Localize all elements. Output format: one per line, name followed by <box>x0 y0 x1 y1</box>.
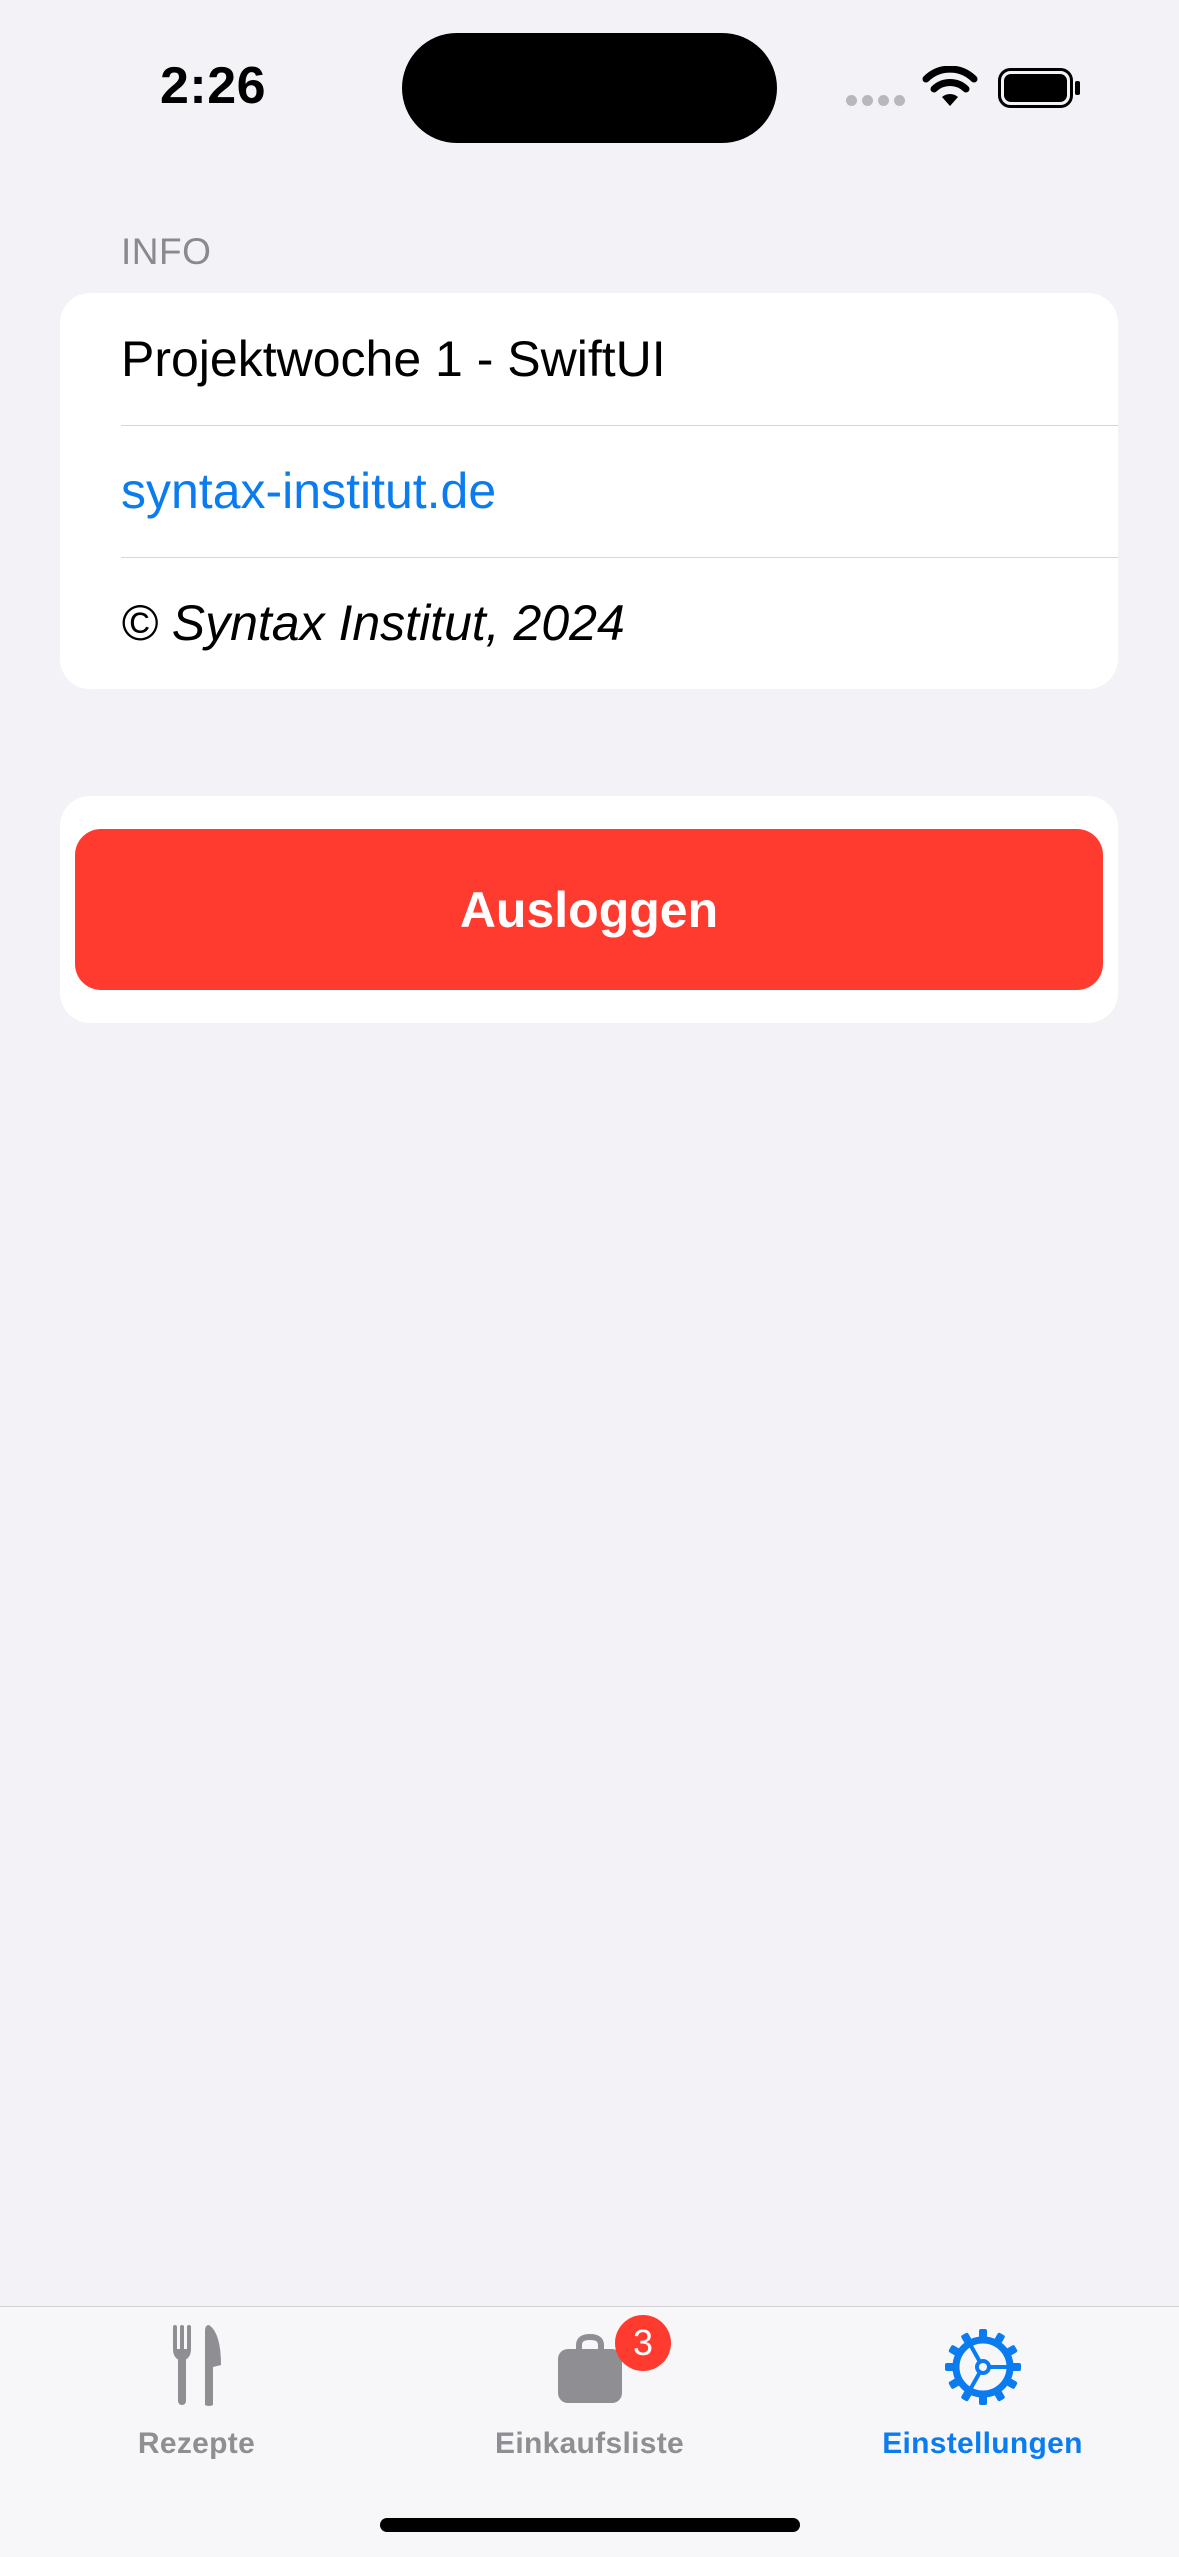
tab-label-einstellungen: Einstellungen <box>882 2427 1083 2460</box>
copyright-text: © Syntax Institut, 2024 <box>121 595 625 651</box>
logout-card: Ausloggen <box>60 796 1118 1023</box>
status-time: 2:26 <box>160 57 267 115</box>
info-card: Projektwoche 1 - SwiftUI syntax-institut… <box>60 293 1118 689</box>
gear-icon <box>944 2329 1021 2405</box>
dynamic-island <box>402 33 777 143</box>
section-header-info: INFO <box>121 231 212 272</box>
home-indicator[interactable] <box>380 2518 800 2532</box>
fork-knife-icon <box>172 2325 221 2406</box>
tab-einkaufsliste[interactable]: 3 Einkaufsliste <box>393 2307 786 2487</box>
tab-einstellungen[interactable]: Einstellungen <box>786 2307 1179 2487</box>
tab-label-rezepte: Rezepte <box>137 2427 256 2460</box>
project-title: Projektwoche 1 - SwiftUI <box>121 293 1118 426</box>
cart-badge: 3 <box>615 2315 671 2371</box>
tab-label-einkaufsliste: Einkaufsliste <box>495 2427 684 2460</box>
wifi-icon <box>922 66 978 106</box>
bag-icon <box>557 2333 622 2403</box>
tab-rezepte[interactable]: Rezepte <box>0 2307 393 2487</box>
website-link[interactable]: syntax-institut.de <box>121 425 1118 558</box>
logout-button[interactable]: Ausloggen <box>75 829 1103 990</box>
battery-icon <box>998 68 1080 108</box>
cellular-signal-icon <box>846 95 905 106</box>
